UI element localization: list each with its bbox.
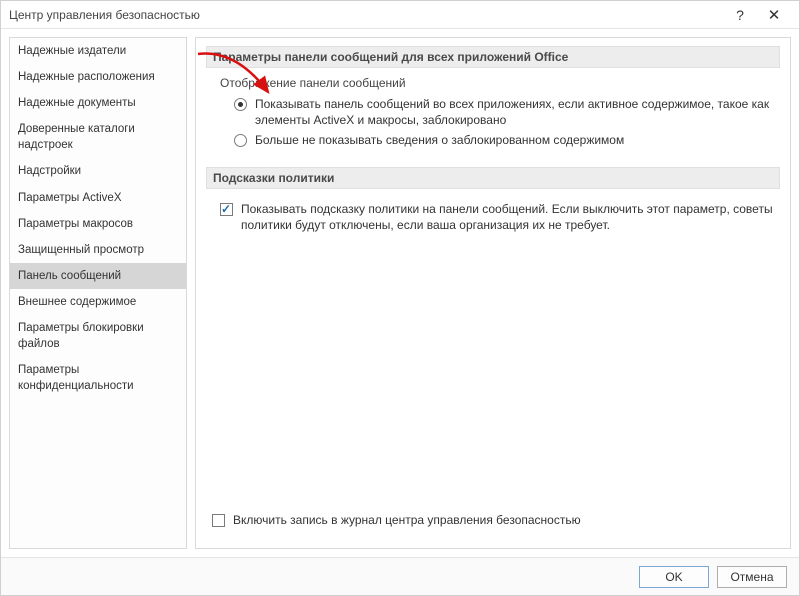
ok-button[interactable]: OK bbox=[639, 566, 709, 588]
titlebar: Центр управления безопасностью ? ✕ bbox=[1, 1, 799, 29]
group-body-policy-tips: Показывать подсказку политики на панели … bbox=[206, 189, 780, 251]
radio-icon bbox=[234, 134, 247, 147]
cancel-button[interactable]: Отмена bbox=[717, 566, 787, 588]
close-button[interactable]: ✕ bbox=[757, 3, 791, 27]
radio-hide-messagebar[interactable]: Больше не показывать сведения о заблокир… bbox=[234, 132, 774, 148]
group-header-messagebar: Параметры панели сообщений для всех прил… bbox=[206, 46, 780, 68]
content-pane: Параметры панели сообщений для всех прил… bbox=[195, 37, 791, 549]
checkbox-log-label: Включить запись в журнал центра управлен… bbox=[233, 512, 581, 528]
dialog-title: Центр управления безопасностью bbox=[9, 8, 723, 22]
radio-hide-label: Больше не показывать сведения о заблокир… bbox=[255, 132, 624, 148]
checkbox-enable-logging[interactable]: Включить запись в журнал центра управлен… bbox=[212, 512, 774, 528]
sidebar-item-external-content[interactable]: Внешнее содержимое bbox=[10, 289, 186, 315]
sidebar-item-trusted-documents[interactable]: Надежные документы bbox=[10, 90, 186, 116]
sidebar-item-addins[interactable]: Надстройки bbox=[10, 158, 186, 184]
sidebar-item-protected-view[interactable]: Защищенный просмотр bbox=[10, 237, 186, 263]
checkbox-policy-label: Показывать подсказку политики на панели … bbox=[241, 201, 774, 233]
sidebar-item-addin-catalogs[interactable]: Доверенные каталоги надстроек bbox=[10, 116, 186, 158]
sidebar-item-macro-settings[interactable]: Параметры макросов bbox=[10, 211, 186, 237]
checkbox-icon bbox=[212, 514, 225, 527]
checkbox-icon bbox=[220, 203, 233, 216]
sidebar-item-file-block[interactable]: Параметры блокировки файлов bbox=[10, 315, 186, 357]
help-button[interactable]: ? bbox=[723, 3, 757, 27]
group-header-policy-tips: Подсказки политики bbox=[206, 167, 780, 189]
trust-center-dialog: Центр управления безопасностью ? ✕ Надеж… bbox=[0, 0, 800, 596]
sidebar-item-trusted-publishers[interactable]: Надежные издатели bbox=[10, 38, 186, 64]
radio-show-messagebar[interactable]: Показывать панель сообщений во всех прил… bbox=[234, 96, 774, 128]
sidebar-item-activex[interactable]: Параметры ActiveX bbox=[10, 185, 186, 211]
messagebar-subheader: Отображение панели сообщений bbox=[220, 76, 774, 90]
sidebar: Надежные издатели Надежные расположения … bbox=[9, 37, 187, 549]
dialog-body: Надежные издатели Надежные расположения … bbox=[1, 29, 799, 557]
sidebar-item-trusted-locations[interactable]: Надежные расположения bbox=[10, 64, 186, 90]
dialog-footer: OK Отмена bbox=[1, 557, 799, 595]
content-bottom: Включить запись в журнал центра управлен… bbox=[206, 502, 780, 540]
checkbox-policy-tips[interactable]: Показывать подсказку политики на панели … bbox=[220, 201, 774, 233]
sidebar-item-privacy[interactable]: Параметры конфиденциальности bbox=[10, 357, 186, 399]
radio-show-label: Показывать панель сообщений во всех прил… bbox=[255, 96, 774, 128]
radio-icon bbox=[234, 98, 247, 111]
group-body-messagebar: Отображение панели сообщений Показывать … bbox=[206, 68, 780, 167]
sidebar-item-message-bar[interactable]: Панель сообщений bbox=[10, 263, 186, 289]
